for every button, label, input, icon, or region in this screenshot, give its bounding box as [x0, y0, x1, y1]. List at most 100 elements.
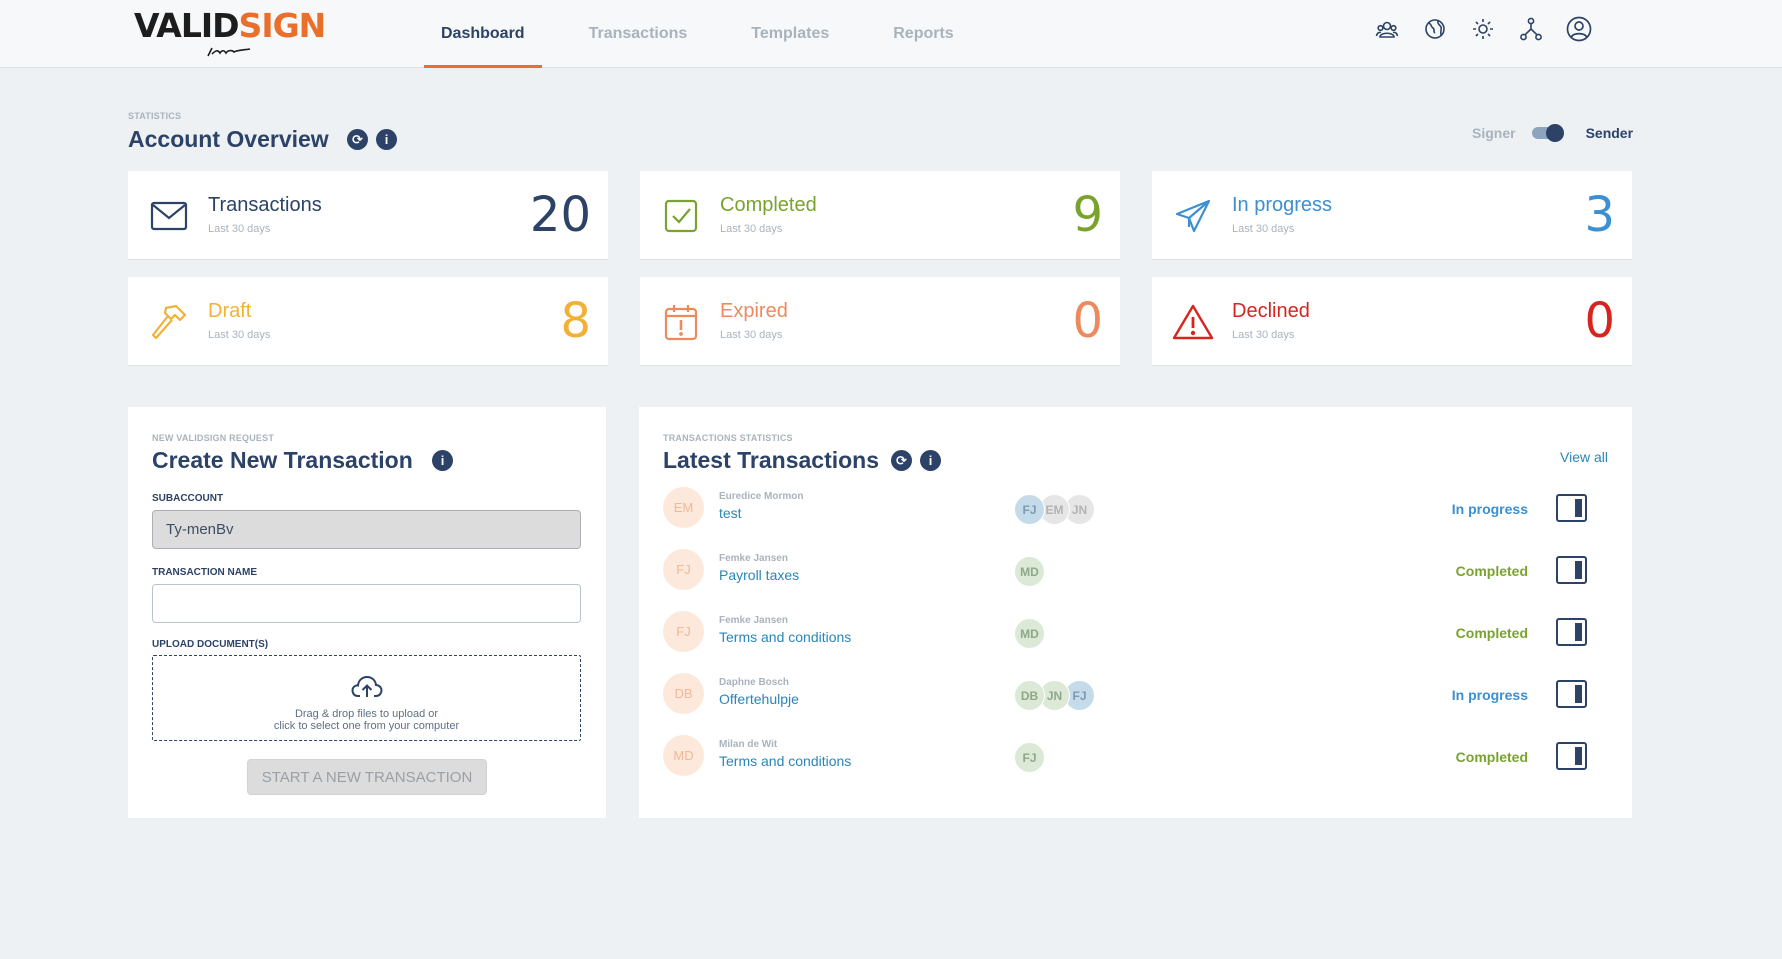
card-count: 0	[1072, 293, 1103, 349]
validsign-logo[interactable]: VALIDSIGN	[134, 8, 334, 64]
card-transactions[interactable]: Transactions Last 30 days 20	[128, 171, 608, 260]
start-transaction-button[interactable]: START A NEW TRANSACTION	[247, 759, 487, 795]
signers-group: FJ EM JN	[1014, 494, 1095, 525]
logo-part-valid: VALID	[134, 6, 240, 45]
card-title: Draft	[208, 300, 252, 322]
table-row[interactable]: EM Euredice Mormon test FJ EM JN In progress	[663, 487, 1608, 531]
tab-reports[interactable]: Reports	[876, 0, 970, 68]
new-request-label: NEW VALIDSIGN REQUEST	[152, 433, 275, 443]
transaction-name-input[interactable]	[152, 584, 581, 623]
role-switch[interactable]	[1531, 124, 1564, 142]
statistics-label: STATISTICS	[128, 111, 182, 121]
create-transaction-panel: NEW VALIDSIGN REQUEST Create New Transac…	[128, 407, 606, 818]
table-row[interactable]: DB Daphne Bosch Offertehulpje DB JN FJ In prog…	[663, 673, 1608, 717]
card-in-progress[interactable]: In progress Last 30 days 3	[1152, 171, 1632, 260]
logo-part-sign: SIGN	[238, 6, 327, 45]
tab-transactions[interactable]: Transactions	[572, 0, 705, 68]
card-subtitle: Last 30 days	[1232, 329, 1295, 341]
subaccount-field[interactable]: Ty-menBv	[152, 510, 581, 549]
transaction-name-label: TRANSACTION NAME	[152, 567, 257, 578]
sender-name: Daphne Bosch	[719, 677, 790, 688]
card-subtitle: Last 30 days	[208, 223, 271, 235]
open-panel-icon[interactable]	[1556, 556, 1587, 584]
signer-label[interactable]: Signer	[1472, 125, 1516, 141]
users-icon[interactable]	[1374, 16, 1400, 42]
signers-group: FJ	[1014, 742, 1045, 773]
open-panel-icon[interactable]	[1556, 618, 1587, 646]
overview-actions: ⟳ i	[347, 129, 397, 150]
upload-dropzone[interactable]: Drag & drop files to upload or click to …	[152, 655, 581, 741]
signer-avatar: MD	[1014, 618, 1045, 649]
latest-actions: ⟳ i	[891, 450, 941, 471]
info-icon[interactable]: i	[376, 129, 397, 150]
signers-group: DB JN FJ	[1014, 680, 1095, 711]
latest-transactions-title: Latest Transactions	[663, 447, 880, 473]
card-subtitle: Last 30 days	[720, 329, 783, 341]
card-title: Completed	[720, 194, 817, 216]
role-toggle: Signer Sender	[1472, 124, 1633, 142]
card-count: 3	[1584, 187, 1615, 243]
card-title: Declined	[1232, 300, 1310, 322]
status-badge: Completed	[1455, 749, 1528, 765]
sun-icon[interactable]	[1470, 16, 1496, 42]
create-actions: i	[432, 450, 453, 471]
info-icon[interactable]: i	[432, 450, 453, 471]
card-count: 8	[560, 293, 591, 349]
transaction-name-link[interactable]: test	[719, 505, 742, 521]
sender-name: Femke Jansen	[719, 615, 788, 626]
sender-name: Milan de Wit	[719, 739, 778, 750]
card-completed[interactable]: Completed Last 30 days 9	[640, 171, 1120, 260]
warning-icon	[1172, 301, 1214, 343]
card-count: 20	[529, 187, 591, 243]
tab-templates[interactable]: Templates	[734, 0, 846, 68]
refresh-icon[interactable]: ⟳	[347, 129, 368, 150]
sender-avatar: MD	[663, 735, 704, 776]
sender-name: Euredice Mormon	[719, 491, 804, 502]
signer-avatar: FJ	[1014, 494, 1045, 525]
sender-avatar: DB	[663, 673, 704, 714]
create-transaction-title: Create New Transaction	[152, 447, 413, 473]
info-icon[interactable]: i	[920, 450, 941, 471]
sender-avatar: FJ	[663, 549, 704, 590]
signer-avatar: FJ	[1014, 742, 1045, 773]
signer-avatar: DB	[1014, 680, 1045, 711]
sender-label[interactable]: Sender	[1586, 125, 1633, 141]
table-row[interactable]: MD Milan de Wit Terms and conditions FJ Comp…	[663, 735, 1608, 779]
view-all-link[interactable]: View all	[1560, 449, 1608, 465]
signers-group: MD	[1014, 618, 1045, 649]
card-draft[interactable]: Draft Last 30 days 8	[128, 277, 608, 366]
sender-name: Femke Jansen	[719, 553, 788, 564]
paper-plane-icon	[1172, 195, 1214, 237]
cloud-upload-icon	[350, 675, 383, 697]
network-icon[interactable]	[1518, 16, 1544, 42]
transaction-name-link[interactable]: Payroll taxes	[719, 567, 799, 583]
role-switch-knob	[1545, 124, 1564, 142]
tab-dashboard[interactable]: Dashboard	[424, 0, 542, 68]
upload-hint-line1: Drag & drop files to upload or	[294, 708, 439, 720]
transaction-name-link[interactable]: Terms and conditions	[719, 629, 851, 645]
transaction-name-link[interactable]: Offertehulpje	[719, 691, 799, 707]
card-expired[interactable]: Expired Last 30 days 0	[640, 277, 1120, 366]
calendar-alert-icon	[660, 301, 702, 343]
signer-avatar: MD	[1014, 556, 1045, 587]
table-row[interactable]: FJ Femke Jansen Payroll taxes MD Completed	[663, 549, 1608, 593]
upload-label: UPLOAD DOCUMENT(S)	[152, 639, 269, 650]
status-badge: Completed	[1455, 625, 1528, 641]
top-header: VALIDSIGN Dashboard Transactions Templat…	[0, 0, 1782, 68]
open-panel-icon[interactable]	[1556, 742, 1587, 770]
open-panel-icon[interactable]	[1556, 494, 1587, 522]
open-panel-icon[interactable]	[1556, 680, 1587, 708]
transaction-name-link[interactable]: Terms and conditions	[719, 753, 851, 769]
hammer-icon	[148, 301, 190, 343]
account-icon[interactable]	[1566, 16, 1592, 42]
table-row[interactable]: FJ Femke Jansen Terms and conditions MD Comp…	[663, 611, 1608, 655]
status-badge: In progress	[1451, 687, 1528, 703]
card-subtitle: Last 30 days	[1232, 223, 1295, 235]
refresh-icon[interactable]: ⟳	[891, 450, 912, 471]
envelope-icon	[148, 195, 190, 237]
card-subtitle: Last 30 days	[208, 329, 271, 341]
globe-icon[interactable]	[1422, 16, 1448, 42]
card-declined[interactable]: Declined Last 30 days 0	[1152, 277, 1632, 366]
card-title: Transactions	[208, 194, 322, 216]
card-count: 0	[1584, 293, 1615, 349]
